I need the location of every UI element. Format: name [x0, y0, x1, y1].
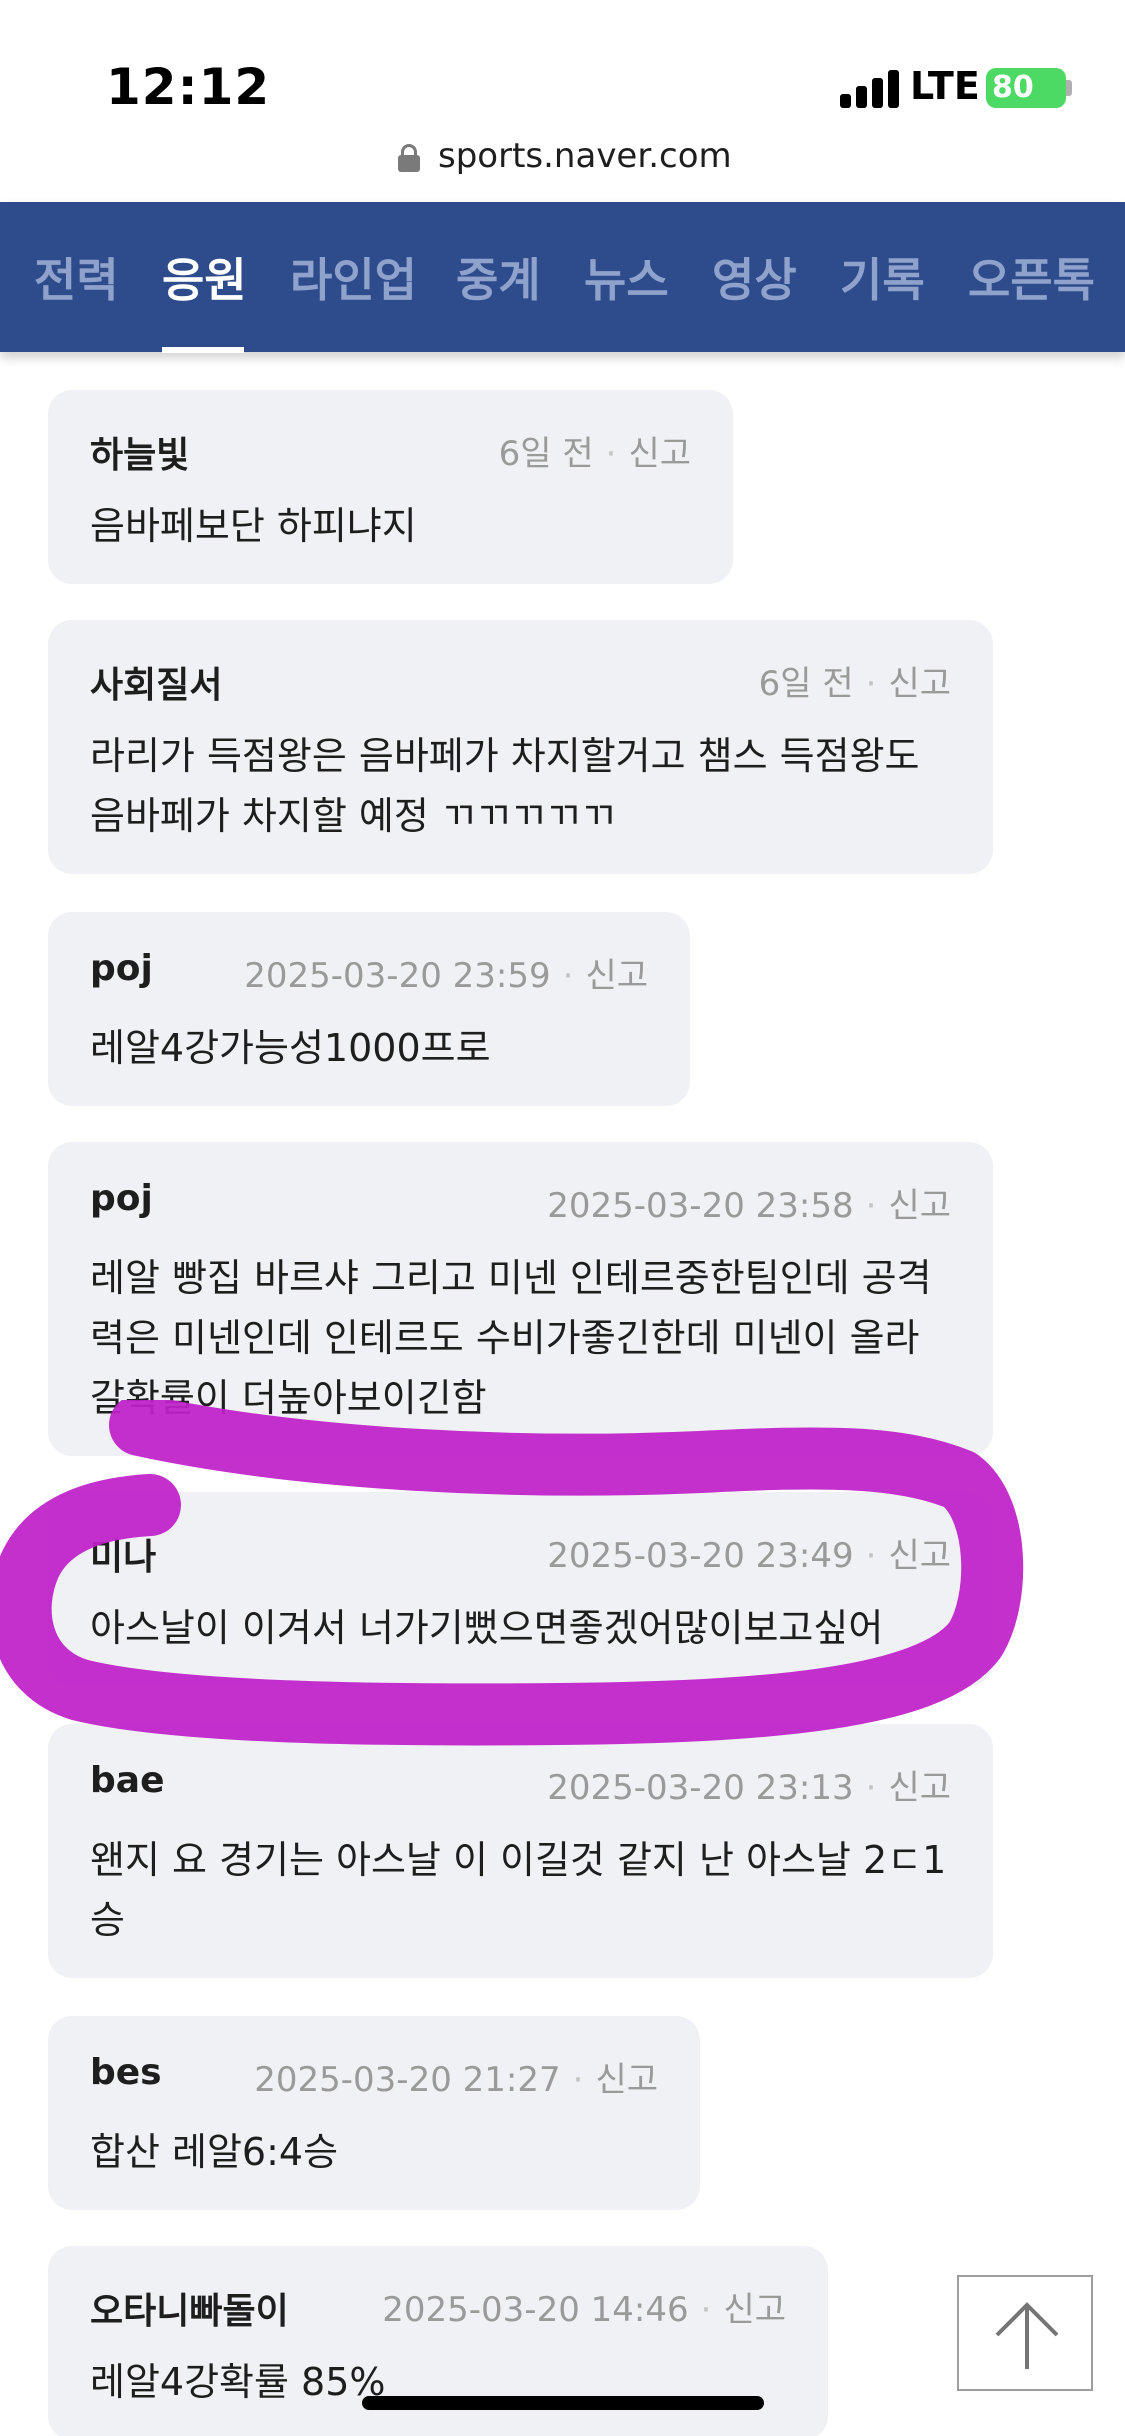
comment-meta: 2025-03-20 14:46 · 신고 [382, 2290, 786, 2330]
report-link[interactable]: 신고 [723, 2290, 786, 2330]
battery-tip [1066, 80, 1072, 96]
tab-video[interactable]: 영상 [712, 244, 797, 310]
comment-author: bae [90, 1760, 165, 1801]
tab-records[interactable]: 기록 [840, 244, 925, 310]
comment-card: poj 2025-03-20 23:58 · 신고 레알 빵집 바르샤 그리고 미넨… [48, 1142, 993, 1456]
battery-icon: 80 [986, 68, 1066, 108]
battery-level: 80 [992, 70, 1034, 105]
comment-meta: 2025-03-20 23:49 · 신고 [547, 1536, 951, 1576]
network-type: LTE [910, 64, 980, 108]
comment-card: bae 2025-03-20 23:13 · 신고 왠지 요 경기는 아스날 이 이… [48, 1724, 993, 1978]
comment-card: 사회질서 6일 전 · 신고 라리가 득점왕은 음바페가 차지할거고 챔스 득점왕도… [48, 620, 993, 874]
comment-card: 하늘빛 6일 전 · 신고 음바페보단 하피냐지 [48, 390, 733, 584]
comment-meta: 6일 전 · 신고 [498, 434, 691, 474]
comment-card: bes 2025-03-20 21:27 · 신고 합산 레알6:4승 [48, 2016, 700, 2210]
comment-card: poj 2025-03-20 23:59 · 신고 레알4강가능성1000프로 [48, 912, 690, 1106]
comment-text: 아스날이 이겨서 너가기뻤으면좋겠어많이보고싶어 [90, 1606, 884, 1650]
comment-meta: 6일 전 · 신고 [758, 664, 951, 704]
comment-author: 하늘빛 [90, 435, 190, 476]
comment-time: 2025-03-20 23:13 [547, 1768, 854, 1808]
tab-lineup[interactable]: 라인업 [290, 244, 417, 310]
status-bar: 12:12 LTE 80 [0, 0, 1125, 130]
report-link[interactable]: 신고 [628, 434, 691, 474]
url-text[interactable]: sports.naver.com [438, 136, 732, 176]
comment-time: 2025-03-20 14:46 [382, 2290, 689, 2330]
comment-meta: 2025-03-20 23:13 · 신고 [547, 1768, 951, 1808]
report-link[interactable]: 신고 [585, 956, 648, 996]
scroll-top-button[interactable] [957, 2275, 1093, 2391]
comment-author: poj [90, 948, 153, 989]
comment-time: 2025-03-20 23:59 [244, 956, 551, 996]
comment-author: 사회질서 [90, 665, 223, 706]
arrow-up-icon [995, 2302, 1059, 2369]
comment-author: bes [90, 2052, 162, 2093]
comment-meta: 2025-03-20 23:59 · 신고 [244, 956, 648, 996]
tab-broadcast[interactable]: 중계 [456, 244, 541, 310]
report-link[interactable]: 신고 [888, 664, 951, 704]
comment-text: 레알4강가능성1000프로 [90, 1026, 491, 1070]
comment-time: 2025-03-20 23:49 [547, 1536, 854, 1576]
comment-author: 미나 [90, 1537, 157, 1578]
comment-card: 미나 2025-03-20 23:49 · 신고 아스날이 이겨서 너가기뻤으면좋겠… [48, 1492, 993, 1686]
lock-icon [398, 144, 420, 172]
comment-text: 합산 레알6:4승 [90, 2130, 339, 2174]
comment-time: 2025-03-20 21:27 [254, 2060, 561, 2100]
tab-news[interactable]: 뉴스 [584, 244, 669, 310]
comment-time: 2025-03-20 23:58 [547, 1186, 854, 1226]
comment-meta: 2025-03-20 23:58 · 신고 [547, 1186, 951, 1226]
report-link[interactable]: 신고 [595, 2060, 658, 2100]
comment-text: 레알 빵집 바르샤 그리고 미넨 인테르중한팀인데 공격력은 미넨인데 인테르도… [90, 1256, 932, 1420]
comment-time: 6일 전 [498, 434, 594, 474]
report-link[interactable]: 신고 [888, 1536, 951, 1576]
active-tab-indicator [162, 347, 244, 353]
report-link[interactable]: 신고 [888, 1186, 951, 1226]
url-bar[interactable]: sports.naver.com [0, 130, 1125, 202]
tab-cheer[interactable]: 응원 [162, 244, 247, 310]
tab-opentalk[interactable]: 오픈톡 [968, 244, 1095, 310]
tab-lineup-power[interactable]: 전력 [34, 244, 119, 310]
home-indicator [362, 2396, 764, 2410]
tab-navigation: 전력 응원 라인업 중계 뉴스 영상 기록 오픈톡 [0, 202, 1125, 353]
comment-meta: 2025-03-20 21:27 · 신고 [254, 2060, 658, 2100]
comment-time: 6일 전 [758, 664, 854, 704]
comment-text: 왠지 요 경기는 아스날 이 이길것 같지 난 아스날 2ㄷ1 승 [90, 1838, 947, 1942]
status-time: 12:12 [106, 58, 271, 116]
signal-icon [840, 70, 900, 108]
report-link[interactable]: 신고 [888, 1768, 951, 1808]
comment-author: poj [90, 1178, 153, 1219]
comment-author: 오타니빠돌이 [90, 2291, 289, 2332]
comment-text: 라리가 득점왕은 음바페가 차지할거고 챔스 득점왕도 음바페가 차지할 예정 … [90, 734, 920, 838]
comment-text: 음바페보단 하피냐지 [90, 504, 417, 548]
